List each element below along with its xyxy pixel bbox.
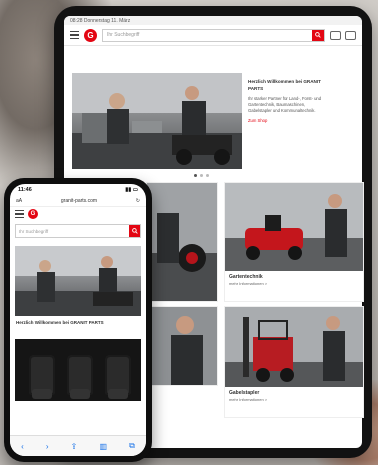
tile-more-link[interactable]: mehr Informationen > bbox=[225, 281, 363, 286]
phone-url[interactable]: granit-parts.com bbox=[61, 198, 97, 204]
tile-forsttechnik[interactable] bbox=[146, 182, 218, 302]
hero-description: Ihr starker Partner für Land-, Forst- un… bbox=[248, 95, 322, 114]
phone-welcome-text: Herzlich Willkommen bei GRANIT PARTS bbox=[16, 320, 104, 325]
tile-gabelstapler[interactable]: Gabelstapler mehr Informationen > bbox=[224, 306, 364, 418]
tabs-icon[interactable]: ⧉ bbox=[129, 441, 135, 451]
back-icon[interactable]: ‹ bbox=[21, 442, 24, 451]
tablet-search-placeholder: Ihr Suchbegriff bbox=[107, 32, 140, 38]
menu-icon[interactable] bbox=[70, 30, 79, 40]
seat-image bbox=[29, 355, 55, 399]
phone-address-bar[interactable]: aA granit-parts.com ↻ bbox=[10, 195, 146, 207]
tablet-header-icons bbox=[330, 30, 356, 40]
tablet-hero-banner[interactable]: Herzlich Willkommen bei GRANIT PARTS Ihr… bbox=[72, 73, 334, 169]
menu-icon[interactable] bbox=[15, 209, 24, 219]
bookmarks-icon[interactable]: ▥ bbox=[99, 442, 107, 451]
tile-image bbox=[147, 307, 217, 385]
hero-workshop-image bbox=[72, 73, 242, 169]
tile-werkstatt[interactable] bbox=[146, 306, 218, 386]
cart-icon[interactable] bbox=[345, 30, 356, 40]
phone-status-time: 11:46 bbox=[18, 186, 32, 193]
tile-image bbox=[225, 183, 363, 271]
share-icon[interactable]: ⇪ bbox=[71, 442, 78, 451]
tile-image bbox=[147, 183, 217, 301]
seat-image bbox=[105, 355, 131, 399]
reload-icon[interactable]: ↻ bbox=[136, 198, 140, 204]
tile-more-link[interactable]: mehr Informationen > bbox=[225, 397, 363, 402]
phone-search-placeholder: Ihr Suchbegriff bbox=[19, 228, 49, 234]
search-icon[interactable] bbox=[312, 29, 324, 41]
phone-browser-toolbar: ‹ › ⇪ ▥ ⧉ bbox=[10, 435, 146, 456]
hero-heading: Herzlich Willkommen bei GRANIT PARTS bbox=[248, 79, 321, 91]
carousel-dots bbox=[194, 174, 209, 177]
carousel-dot[interactable] bbox=[200, 174, 203, 177]
phone-device: 11:46 ▮▮ ▭ aA granit-parts.com ↻ G Ihr S… bbox=[4, 178, 152, 462]
carousel-dot[interactable] bbox=[194, 174, 197, 177]
tablet-search-input[interactable]: Ihr Suchbegriff bbox=[102, 28, 325, 42]
account-icon[interactable] bbox=[330, 30, 341, 40]
tablet-status-date: Donnerstag 11. März bbox=[83, 17, 131, 24]
tablet-status-bar: 08:28 Donnerstag 11. März bbox=[64, 16, 362, 25]
phone-screen: 11:46 ▮▮ ▭ aA granit-parts.com ↻ G Ihr S… bbox=[10, 184, 146, 456]
phone-seats-banner[interactable] bbox=[15, 339, 141, 401]
tile-caption: Gartentechnik bbox=[229, 274, 263, 280]
granit-logo[interactable]: G bbox=[28, 209, 38, 219]
phone-status-bar: 11:46 ▮▮ ▭ bbox=[10, 184, 146, 195]
phone-search-input[interactable]: Ihr Suchbegriff bbox=[15, 224, 141, 238]
tile-caption: Gabelstapler bbox=[229, 390, 260, 396]
search-icon[interactable] bbox=[129, 225, 140, 237]
tile-gartentechnik[interactable]: Gartentechnik mehr Informationen > bbox=[224, 182, 364, 302]
phone-hero-image[interactable] bbox=[15, 246, 141, 316]
granit-logo[interactable]: G bbox=[84, 28, 97, 42]
tablet-header: G Ihr Suchbegriff bbox=[64, 25, 362, 46]
forward-icon[interactable]: › bbox=[46, 442, 49, 451]
text-size-icon[interactable]: aA bbox=[16, 198, 22, 204]
seat-image bbox=[67, 355, 93, 399]
carousel-dot[interactable] bbox=[206, 174, 209, 177]
signal-battery-icon: ▮▮ ▭ bbox=[125, 186, 138, 193]
hero-more-link[interactable]: Zum Shop bbox=[248, 118, 328, 124]
tile-image bbox=[225, 307, 363, 387]
tablet-status-time: 08:28 bbox=[70, 17, 83, 24]
hero-text-block: Herzlich Willkommen bei GRANIT PARTS Ihr… bbox=[242, 73, 334, 169]
phone-header: G bbox=[10, 207, 146, 221]
